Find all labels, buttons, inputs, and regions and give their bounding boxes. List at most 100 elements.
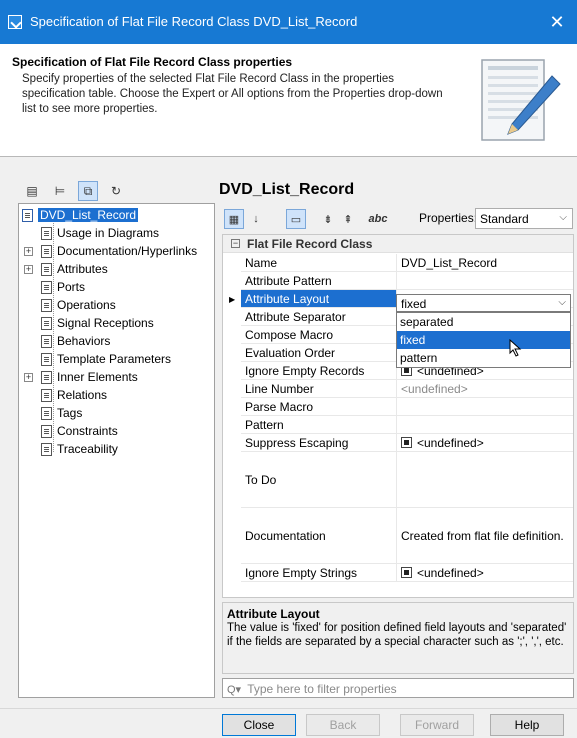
dropdown-option-pattern[interactable]: pattern xyxy=(397,349,570,367)
app-icon xyxy=(8,15,22,29)
spell-check-icon[interactable]: abc xyxy=(368,209,388,229)
tree-item[interactable]: Template Parameters xyxy=(41,350,171,368)
property-name: Attribute Separator xyxy=(241,308,397,325)
tree-item[interactable]: Relations xyxy=(41,386,107,404)
property-row[interactable]: Pattern xyxy=(241,416,573,434)
dialog-header: Specification of Flat File Record Class … xyxy=(0,44,577,157)
property-name: Compose Macro xyxy=(241,326,397,343)
tristate-checkbox-icon[interactable] xyxy=(401,567,412,578)
property-value[interactable]: <undefined> xyxy=(399,564,573,581)
property-row[interactable]: Line Number <undefined> xyxy=(241,380,573,398)
expand-icon[interactable]: + xyxy=(24,265,33,274)
attribute-layout-combo[interactable]: fixed ⌵ xyxy=(396,294,571,312)
property-value[interactable] xyxy=(399,416,573,433)
tree-item[interactable]: Attributes xyxy=(41,260,108,278)
list-view-icon[interactable]: ▤ xyxy=(22,181,42,201)
property-value[interactable] xyxy=(399,452,573,507)
property-value-text: Created from flat file definition. xyxy=(401,528,564,543)
property-value[interactable]: <undefined> xyxy=(399,434,573,451)
property-row[interactable]: To Do xyxy=(241,452,573,508)
property-value-text: <undefined> xyxy=(417,565,484,580)
property-name: Parse Macro xyxy=(241,398,397,415)
tree-item-label: Relations xyxy=(57,388,108,402)
collapse-group-icon[interactable]: − xyxy=(231,239,240,248)
property-row[interactable]: Suppress Escaping <undefined> xyxy=(241,434,573,452)
property-name: Documentation xyxy=(241,508,397,563)
forward-button[interactable]: Forward xyxy=(400,714,474,736)
property-row[interactable]: Attribute Pattern xyxy=(241,272,573,290)
tree-item[interactable]: Usage in Diagrams xyxy=(41,224,159,242)
tree-item-label: Inner Elements xyxy=(57,370,138,384)
dropdown-option-separated[interactable]: separated xyxy=(397,313,570,331)
grouped-view-icon[interactable]: ⧉ xyxy=(78,181,98,201)
property-page-icon xyxy=(41,262,52,276)
property-name: Evaluation Order xyxy=(241,344,397,361)
expand-icon[interactable]: + xyxy=(24,247,33,256)
description-title: Attribute Layout xyxy=(227,607,320,621)
header-description: Specify properties of the selected Flat … xyxy=(22,73,443,115)
filter-placeholder: Type here to filter properties xyxy=(247,682,397,696)
window-title: Specification of Flat File Record Class … xyxy=(30,14,358,29)
property-value[interactable]: DVD_List_Record xyxy=(399,254,573,271)
page-title: DVD_List_Record xyxy=(219,181,355,198)
tree-item[interactable]: Operations xyxy=(41,296,116,314)
group-title: Flat File Record Class xyxy=(247,237,373,251)
property-description: Attribute Layout The value is 'fixed' fo… xyxy=(222,602,574,674)
tree-item[interactable]: Behaviors xyxy=(41,332,110,350)
filter-input[interactable]: Q▾ Type here to filter properties xyxy=(222,678,574,698)
properties-grid: − Flat File Record Class Name DVD_List_Re… xyxy=(222,234,574,598)
property-page-icon xyxy=(41,334,52,348)
back-button[interactable]: Back xyxy=(306,714,380,736)
tree-item-label: Ports xyxy=(57,280,86,294)
property-value-text: <undefined> xyxy=(417,435,484,450)
tristate-checkbox-icon[interactable] xyxy=(401,437,412,448)
tree-item-label: Traceability xyxy=(57,442,118,456)
header-title: Specification of Flat File Record Class … xyxy=(12,55,293,69)
tree-item[interactable]: Constraints xyxy=(41,422,118,440)
description-toggle-icon[interactable]: ▭ xyxy=(286,209,306,229)
tree-item[interactable]: Ports xyxy=(41,278,85,296)
tree-item[interactable]: Documentation/Hyperlinks xyxy=(41,242,197,260)
tree-item[interactable]: Inner Elements xyxy=(41,368,138,386)
property-page-icon xyxy=(41,370,52,384)
property-page-icon xyxy=(41,352,52,366)
tree-root-item[interactable]: DVD_List_Record xyxy=(22,206,139,224)
property-value[interactable] xyxy=(399,272,573,289)
help-button[interactable]: Help xyxy=(490,714,564,736)
tree-item[interactable]: Traceability xyxy=(41,440,118,458)
property-name: Ignore Empty Records xyxy=(241,362,397,379)
properties-label: Properties: xyxy=(419,211,478,225)
property-value[interactable]: <undefined> xyxy=(399,380,573,397)
tree-item-label: Template Parameters xyxy=(57,352,172,366)
dialog-button-bar: Close Back Forward Help xyxy=(0,708,577,738)
mouse-cursor-icon xyxy=(509,339,522,357)
expand-all-icon[interactable]: ⇟ xyxy=(318,209,338,229)
collapse-all-icon[interactable]: ⇞ xyxy=(338,209,358,229)
property-page-icon xyxy=(41,280,52,294)
property-row[interactable]: Name DVD_List_Record xyxy=(241,254,573,272)
property-name: Pattern xyxy=(241,416,397,433)
property-value[interactable]: Created from flat file definition. xyxy=(399,508,573,563)
sort-alpha-icon[interactable]: ↓ xyxy=(246,209,266,229)
close-button[interactable]: Close xyxy=(222,714,296,736)
tree-root-label: DVD_List_Record xyxy=(38,208,139,222)
expand-icon[interactable]: + xyxy=(24,373,33,382)
tree-view-icon[interactable]: ⊨ xyxy=(50,181,70,201)
property-value[interactable] xyxy=(399,398,573,415)
categorized-icon[interactable]: ▦ xyxy=(224,209,244,229)
close-icon[interactable]: ✕ xyxy=(537,0,577,44)
dropdown-option-fixed[interactable]: fixed xyxy=(397,331,570,349)
property-row[interactable]: Ignore Empty Strings <undefined> xyxy=(241,564,573,582)
property-name: Line Number xyxy=(241,380,397,397)
tree-item[interactable]: Tags xyxy=(41,404,82,422)
tree-item-label: Constraints xyxy=(57,424,118,438)
property-row[interactable]: Documentation Created from flat file defi… xyxy=(241,508,573,564)
property-page-icon xyxy=(41,244,52,258)
tree-item[interactable]: Signal Receptions xyxy=(41,314,154,332)
property-name: Attribute Pattern xyxy=(241,272,397,289)
refresh-icon[interactable]: ↻ xyxy=(106,181,126,201)
group-header[interactable]: − Flat File Record Class xyxy=(223,235,573,253)
property-row[interactable]: Parse Macro xyxy=(241,398,573,416)
window-titlebar: Specification of Flat File Record Class … xyxy=(0,0,577,44)
properties-mode-select[interactable]: Standard ⌵ xyxy=(475,208,573,229)
